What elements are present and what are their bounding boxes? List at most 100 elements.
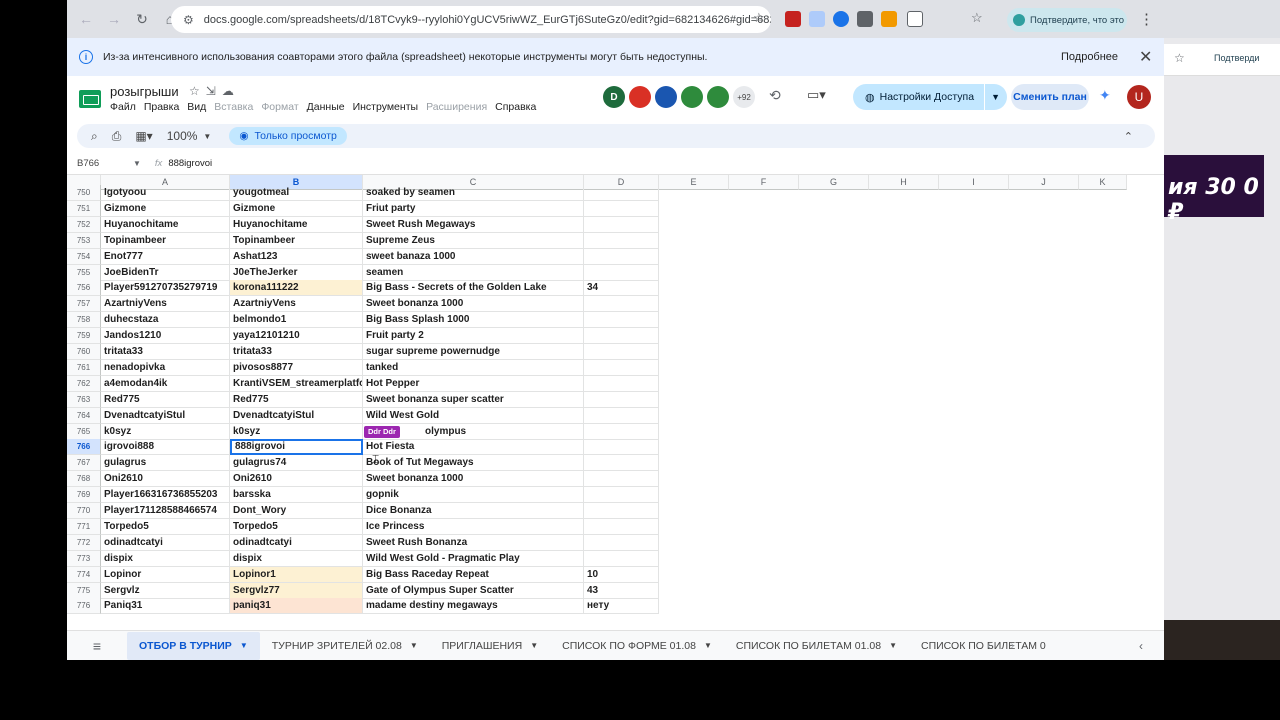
row-header[interactable]: 755 xyxy=(67,264,101,281)
zoom-select[interactable]: 100% xyxy=(167,129,198,143)
cell-b-776[interactable]: paniq31 xyxy=(230,598,363,615)
cell-d-761[interactable] xyxy=(584,359,659,376)
cell-b-765[interactable]: k0syz xyxy=(230,423,363,440)
sheet-tab[interactable]: СПИСОК ПО ФОРМЕ 01.08 ▼ xyxy=(550,632,724,660)
cell-d-772[interactable] xyxy=(584,534,659,551)
row-header[interactable]: 765 xyxy=(67,423,101,440)
cell-b-771[interactable]: Torpedo5 xyxy=(230,518,363,535)
cell-a-750[interactable]: Igotyoou xyxy=(101,185,230,201)
collaborator-avatar[interactable] xyxy=(655,86,677,108)
extension-icon[interactable] xyxy=(785,11,801,27)
cell-d-768[interactable] xyxy=(584,471,659,488)
row-header[interactable]: 770 xyxy=(67,503,101,519)
chevron-down-icon[interactable]: ▼ xyxy=(410,641,418,650)
cell-c-768[interactable]: Sweet bonanza 1000 xyxy=(363,471,584,488)
cell-b-762[interactable]: KrantiVSEM_streamerplatform xyxy=(230,375,363,392)
close-icon[interactable]: ✕ xyxy=(1139,47,1152,67)
cell-b-750[interactable]: yougotmeal xyxy=(230,185,363,201)
cell-d-760[interactable] xyxy=(584,344,659,360)
cell-b-764[interactable]: DvenadtcatyiStul xyxy=(230,407,363,424)
cell-d-775[interactable]: 43 xyxy=(584,582,659,599)
cell-d-754[interactable] xyxy=(584,248,659,265)
chevron-down-icon[interactable]: ▼ xyxy=(240,641,248,650)
row-header[interactable]: 772 xyxy=(67,534,101,551)
cell-a-753[interactable]: Topinambeer xyxy=(101,232,230,249)
cell-c-775[interactable]: Gate of Olympus Super Scatter xyxy=(363,582,584,599)
column-header-i[interactable]: I xyxy=(939,175,1009,190)
row-header[interactable]: 764 xyxy=(67,407,101,424)
cell-a-774[interactable]: Lopinor xyxy=(101,566,230,583)
history-icon[interactable]: ⟲ xyxy=(769,87,781,104)
row-header[interactable]: 754 xyxy=(67,248,101,265)
cell-c-764[interactable]: Wild West Gold xyxy=(363,407,584,424)
meet-icon[interactable]: ▭▾ xyxy=(807,87,826,103)
chevron-down-icon[interactable]: ▼ xyxy=(704,641,712,650)
cell-b-770[interactable]: Dont_Wory xyxy=(230,503,363,519)
cell-c-773[interactable]: Wild West Gold - Pragmatic Play xyxy=(363,550,584,567)
extension-icon[interactable] xyxy=(809,11,825,27)
cell-a-771[interactable]: Torpedo5 xyxy=(101,518,230,535)
cell-c-774[interactable]: Big Bass Raceday Repeat xyxy=(363,566,584,583)
cell-c-772[interactable]: Sweet Rush Bonanza xyxy=(363,534,584,551)
cell-a-761[interactable]: nenadopivka xyxy=(101,359,230,376)
row-header[interactable]: 768 xyxy=(67,471,101,488)
cell-a-754[interactable]: Enot777 xyxy=(101,248,230,265)
cell-d-751[interactable] xyxy=(584,200,659,217)
sheet-tab[interactable]: СПИСОК ПО БИЛЕТАМ 0 xyxy=(909,632,1058,660)
cell-d-758[interactable] xyxy=(584,312,659,329)
more-collaborators-count[interactable]: +92 xyxy=(733,86,755,108)
cell-b-757[interactable]: AzartniyVens xyxy=(230,296,363,313)
chevron-down-icon[interactable]: ▼ xyxy=(530,641,538,650)
cell-b-761[interactable]: pivosos8877 xyxy=(230,359,363,376)
cell-a-752[interactable]: Huyanochitame xyxy=(101,216,230,233)
cell-a-757[interactable]: AzartniyVens xyxy=(101,296,230,313)
menu-7[interactable]: Расширения xyxy=(426,101,487,113)
cell-b-753[interactable]: Topinambeer xyxy=(230,232,363,249)
cell-b-754[interactable]: Ashat123 xyxy=(230,248,363,265)
cell-a-758[interactable]: duhecstaza xyxy=(101,312,230,329)
column-header-k[interactable]: K xyxy=(1079,175,1127,190)
cell-d-776[interactable]: нету xyxy=(584,598,659,615)
cell-a-768[interactable]: Oni2610 xyxy=(101,471,230,488)
reload-icon[interactable]: ↻ xyxy=(129,6,155,32)
cell-d-771[interactable] xyxy=(584,518,659,535)
row-header[interactable]: 773 xyxy=(67,550,101,567)
cell-c-761[interactable]: tanked xyxy=(363,359,584,376)
change-plan-button[interactable]: Сменить план xyxy=(1011,84,1089,110)
format-icon[interactable]: ▦▾ xyxy=(135,129,152,143)
forward-icon[interactable]: → xyxy=(101,6,127,32)
sheet-tab[interactable]: ОТБОР В ТУРНИР ▼ xyxy=(127,631,260,660)
menu-1[interactable]: Правка xyxy=(144,101,179,113)
collaborator-avatar[interactable]: D xyxy=(603,86,625,108)
cell-a-765[interactable]: k0syz xyxy=(101,423,230,440)
cell-d-753[interactable] xyxy=(584,232,659,249)
cell-d-769[interactable] xyxy=(584,487,659,504)
row-header[interactable]: 763 xyxy=(67,391,101,408)
row-header[interactable]: 753 xyxy=(67,232,101,249)
cell-d-766[interactable] xyxy=(584,439,659,456)
print-icon[interactable]: ⎙ xyxy=(112,129,122,144)
tab-scroll-icon[interactable]: ‹› xyxy=(987,640,1034,652)
cell-c-757[interactable]: Sweet bonanza 1000 xyxy=(363,296,584,313)
cell-d-774[interactable]: 10 xyxy=(584,566,659,583)
gemini-icon[interactable]: ✦ xyxy=(1099,87,1111,104)
address-bar[interactable]: ⚙ docs.google.com/spreadsheets/d/18TCvyk9… xyxy=(171,6,771,33)
row-header[interactable]: 766 xyxy=(67,439,101,456)
collaborator-avatar[interactable] xyxy=(707,86,729,108)
column-header-f[interactable]: F xyxy=(729,175,799,190)
cell-d-765[interactable] xyxy=(584,423,659,440)
sheet-tab[interactable]: ПРИГЛАШЕНИЯ ▼ xyxy=(430,632,550,660)
row-header[interactable]: 757 xyxy=(67,296,101,313)
cell-a-756[interactable]: Player591270735279719 xyxy=(101,280,230,297)
row-header[interactable]: 767 xyxy=(67,455,101,472)
cell-d-764[interactable] xyxy=(584,407,659,424)
menu-4[interactable]: Формат xyxy=(261,101,298,113)
row-header[interactable]: 762 xyxy=(67,375,101,392)
row-header[interactable]: 759 xyxy=(67,328,101,345)
cell-d-756[interactable]: 34 xyxy=(584,280,659,297)
row-header[interactable]: 750 xyxy=(67,185,101,201)
column-header-e[interactable]: E xyxy=(659,175,729,190)
column-header-g[interactable]: G xyxy=(799,175,869,190)
share-button[interactable]: ◍ Настройки Доступа ▼ xyxy=(853,84,1007,110)
cell-b-772[interactable]: odinadtcatyi xyxy=(230,534,363,551)
